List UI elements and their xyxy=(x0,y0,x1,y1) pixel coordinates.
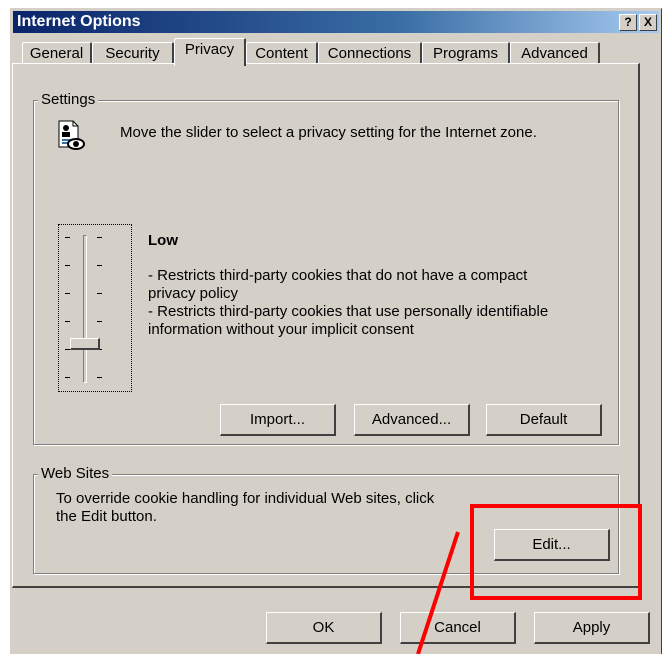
help-icon: ? xyxy=(624,15,632,29)
button-label: OK xyxy=(312,619,335,636)
apply-button[interactable]: Apply xyxy=(534,612,650,644)
tab-advanced[interactable]: Advanced xyxy=(510,42,600,64)
tab-connections[interactable]: Connections xyxy=(318,42,422,64)
tab-label: Programs xyxy=(432,45,499,62)
tab-general[interactable]: General xyxy=(22,42,92,64)
button-label: Default xyxy=(519,411,568,428)
slider-tick xyxy=(65,293,70,294)
slider-tick xyxy=(65,237,70,238)
settings-description: Move the slider to select a privacy sett… xyxy=(120,124,537,141)
privacy-level-line: information without your implicit consen… xyxy=(148,321,414,338)
web-sites-legend: Web Sites xyxy=(38,465,113,483)
slider-thumb[interactable] xyxy=(70,338,100,350)
tab-security[interactable]: Security xyxy=(92,42,174,64)
button-label: Import... xyxy=(249,411,305,428)
slider-tick xyxy=(97,293,102,294)
privacy-level-line: - Restricts third-party cookies that use… xyxy=(148,303,549,320)
button-label: Advanced... xyxy=(371,411,452,428)
slider-tick xyxy=(65,377,70,378)
tab-content[interactable]: Content xyxy=(246,42,318,64)
tab-label: Content xyxy=(255,45,308,62)
slider-track xyxy=(83,235,87,383)
tab-label: Connections xyxy=(327,45,412,62)
privacy-level-line: privacy policy xyxy=(148,285,239,302)
settings-group: Settings Move the slider to select a pri… xyxy=(33,91,619,445)
button-label: Cancel xyxy=(434,619,481,636)
settings-legend: Settings xyxy=(38,91,99,109)
slider-tick xyxy=(65,321,70,322)
tab-label: General xyxy=(29,45,84,62)
tab-label: Privacy xyxy=(184,41,235,58)
slider-tick xyxy=(65,265,70,266)
window-title: Internet Options xyxy=(17,13,141,30)
privacy-slider[interactable] xyxy=(58,224,132,392)
tab-programs[interactable]: Programs xyxy=(422,42,510,64)
web-sites-description: To override cookie handling for individu… xyxy=(56,490,435,507)
tab-privacy[interactable]: Privacy xyxy=(174,38,246,66)
close-icon: X xyxy=(643,15,652,29)
default-button[interactable]: Default xyxy=(486,404,602,436)
import-button[interactable]: Import... xyxy=(220,404,336,436)
web-sites-description: the Edit button. xyxy=(56,508,157,525)
slider-tick xyxy=(97,321,102,322)
tab-label: Advanced xyxy=(521,45,588,62)
slider-tick xyxy=(97,377,102,378)
privacy-level-line: - Restricts third-party cookies that do … xyxy=(148,267,528,284)
close-button[interactable]: X xyxy=(639,14,657,31)
cancel-button[interactable]: Cancel xyxy=(400,612,516,644)
slider-tick xyxy=(97,237,102,238)
title-bar[interactable]: Internet Options ? X xyxy=(13,11,659,33)
tab-label: Security xyxy=(105,45,160,62)
help-button[interactable]: ? xyxy=(619,14,637,31)
privacy-document-eye-icon xyxy=(58,120,85,150)
ok-button[interactable]: OK xyxy=(266,612,382,644)
advanced-button[interactable]: Advanced... xyxy=(354,404,470,436)
slider-tick xyxy=(97,265,102,266)
button-label: Apply xyxy=(572,619,611,636)
annotation-highlight-box xyxy=(470,504,642,600)
privacy-level-label: Low xyxy=(148,232,178,249)
